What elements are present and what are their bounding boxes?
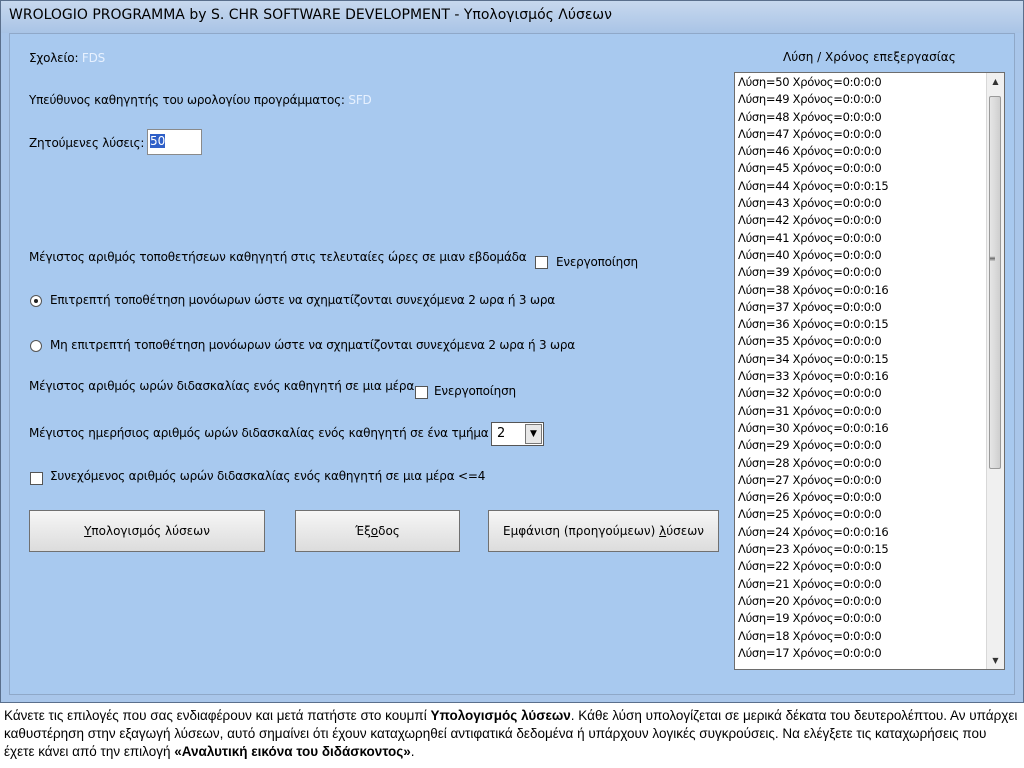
solutions-count-value: 50 (150, 134, 166, 148)
list-item[interactable]: Λύση=17 Χρόνος=0:0:0:0 (738, 645, 986, 662)
list-item[interactable]: Λύση=23 Χρόνος=0:0:0:15 (738, 541, 986, 558)
list-item[interactable]: Λύση=31 Χρόνος=0:0:0:0 (738, 403, 986, 420)
max-daily-section-label: Μέγιστος ημερήσιος αριθμός ωρών διδασκαλ… (29, 426, 489, 440)
list-item[interactable]: Λύση=41 Χρόνος=0:0:0:0 (738, 230, 986, 247)
solutions-listbox[interactable]: Λύση=50 Χρόνος=0:0:0:0 Λύση=49 Χρόνος=0:0… (734, 72, 1005, 670)
app-window: WROLOGIO PROGRAMMA by S. CHR SOFTWARE DE… (0, 0, 1024, 703)
radio-deny-singles[interactable] (30, 340, 42, 352)
school-value: FDS (81, 51, 106, 65)
teacher-value: SFD (348, 93, 372, 107)
radio-deny-label[interactable]: Μη επιτρεπτή τοποθέτηση μονόωρων ώστε να… (50, 338, 575, 352)
scroll-up-icon[interactable]: ▲ (987, 73, 1004, 90)
list-item[interactable]: Λύση=32 Χρόνος=0:0:0:0 (738, 385, 986, 402)
caption-text-3: . (410, 744, 415, 759)
school-label: Σχολείο: (29, 51, 79, 65)
chevron-down-icon[interactable]: ▼ (525, 424, 542, 444)
list-item[interactable]: Λύση=30 Χρόνος=0:0:0:16 (738, 420, 986, 437)
form-panel: Σχολείο: FDS Υπεύθυνος καθηγητής του ωρο… (9, 33, 1015, 695)
list-item[interactable]: Λύση=27 Χρόνος=0:0:0:0 (738, 472, 986, 489)
compute-solutions-label: Υπολογισμός λύσεων (84, 524, 210, 538)
show-previous-solutions-label: Εμφάνιση (προηγούμεων) λύσεων (503, 524, 704, 538)
list-item[interactable]: Λύση=49 Χρόνος=0:0:0:0 (738, 91, 986, 108)
teacher-row: Υπεύθυνος καθηγητής του ωρολογίου προγρά… (29, 93, 372, 107)
list-item[interactable]: Λύση=20 Χρόνος=0:0:0:0 (738, 593, 986, 610)
list-item[interactable]: Λύση=21 Χρόνος=0:0:0:0 (738, 576, 986, 593)
scroll-thumb[interactable] (989, 96, 1001, 469)
list-item[interactable]: Λύση=24 Χρόνος=0:0:0:16 (738, 524, 986, 541)
list-item[interactable]: Λύση=29 Χρόνος=0:0:0:0 (738, 437, 986, 454)
scroll-down-icon[interactable]: ▼ (987, 652, 1004, 669)
radio-allow-singles[interactable] (30, 295, 42, 307)
list-item[interactable]: Λύση=43 Χρόνος=0:0:0:0 (738, 195, 986, 212)
instructions-caption: Κάνετε τις επιλογές που σας ενδιαφέρουν … (4, 707, 1020, 761)
teacher-label: Υπεύθυνος καθηγητής του ωρολογίου προγρά… (29, 93, 345, 107)
list-item[interactable]: Λύση=26 Χρόνος=0:0:0:0 (738, 489, 986, 506)
max-daily-hours-checkbox[interactable] (415, 386, 428, 399)
list-scrollbar[interactable]: ▲ ≡ ▼ (986, 73, 1004, 669)
max-last-hours-check-label[interactable]: Ενεργοποίηση (556, 255, 638, 269)
max-daily-section-value: 2 (497, 426, 506, 441)
caption-bold-compute: Υπολογισμός λύσεων (430, 708, 571, 723)
list-item[interactable]: Λύση=47 Χρόνος=0:0:0:0 (738, 126, 986, 143)
max-last-hours-label: Μέγιστος αριθμός τοποθετήσεων καθηγητή σ… (29, 250, 527, 264)
title-bar[interactable]: WROLOGIO PROGRAMMA by S. CHR SOFTWARE DE… (1, 1, 1023, 33)
list-item[interactable]: Λύση=35 Χρόνος=0:0:0:0 (738, 333, 986, 350)
max-daily-hours-check-label[interactable]: Ενεργοποίηση (434, 384, 516, 398)
solutions-count-label: Ζητούμενες λύσεις: (29, 136, 145, 150)
list-item[interactable]: Λύση=40 Χρόνος=0:0:0:0 (738, 247, 986, 264)
list-item[interactable]: Λύση=50 Χρόνος=0:0:0:0 (738, 74, 986, 91)
school-row: Σχολείο: FDS (29, 51, 105, 65)
consecutive-checkbox[interactable] (30, 472, 43, 485)
list-item[interactable]: Λύση=22 Χρόνος=0:0:0:0 (738, 558, 986, 575)
radio-allow-label[interactable]: Επιτρεπτή τοποθέτηση μονόωρων ώστε να σχ… (50, 293, 555, 307)
compute-solutions-button[interactable]: Υπολογισμός λύσεων (29, 510, 265, 552)
solutions-list-header: Λύση / Χρόνος επεξεργασίας (783, 50, 956, 64)
list-item[interactable]: Λύση=18 Χρόνος=0:0:0:0 (738, 628, 986, 645)
exit-button[interactable]: Έξοδος (295, 510, 460, 552)
exit-label: Έξοδος (355, 524, 400, 538)
list-item[interactable]: Λύση=36 Χρόνος=0:0:0:15 (738, 316, 986, 333)
max-last-hours-checkbox[interactable] (535, 256, 548, 269)
list-item[interactable]: Λύση=25 Χρόνος=0:0:0:0 (738, 506, 986, 523)
list-item[interactable]: Λύση=19 Χρόνος=0:0:0:0 (738, 610, 986, 627)
list-item[interactable]: Λύση=42 Χρόνος=0:0:0:0 (738, 212, 986, 229)
list-item[interactable]: Λύση=39 Χρόνος=0:0:0:0 (738, 264, 986, 281)
caption-text-1: Κάνετε τις επιλογές που σας ενδιαφέρουν … (4, 708, 431, 723)
window-title: WROLOGIO PROGRAMMA by S. CHR SOFTWARE DE… (9, 7, 612, 23)
list-item[interactable]: Λύση=37 Χρόνος=0:0:0:0 (738, 299, 986, 316)
max-daily-hours-label: Μέγιστος αριθμός ωρών διδασκαλίας ενός κ… (29, 379, 415, 393)
solutions-count-input[interactable]: 50 (147, 129, 202, 155)
list-item[interactable]: Λύση=48 Χρόνος=0:0:0:0 (738, 109, 986, 126)
list-item[interactable]: Λύση=33 Χρόνος=0:0:0:16 (738, 368, 986, 385)
max-daily-section-select[interactable]: 2 ▼ (491, 422, 544, 446)
consecutive-label[interactable]: Συνεχόμενος αριθμός ωρών διδασκαλίας ενό… (50, 469, 485, 483)
list-item[interactable]: Λύση=28 Χρόνος=0:0:0:0 (738, 455, 986, 472)
caption-bold-teacher-view: «Αναλυτική εικόνα του διδάσκοντος» (174, 744, 411, 759)
show-previous-solutions-button[interactable]: Εμφάνιση (προηγούμεων) λύσεων (488, 510, 719, 552)
list-item[interactable]: Λύση=44 Χρόνος=0:0:0:15 (738, 178, 986, 195)
list-item[interactable]: Λύση=46 Χρόνος=0:0:0:0 (738, 143, 986, 160)
list-item[interactable]: Λύση=45 Χρόνος=0:0:0:0 (738, 160, 986, 177)
list-item[interactable]: Λύση=38 Χρόνος=0:0:0:16 (738, 282, 986, 299)
grip-icon: ≡ (989, 254, 996, 263)
solutions-list-items: Λύση=50 Χρόνος=0:0:0:0 Λύση=49 Χρόνος=0:0… (738, 74, 986, 662)
list-item[interactable]: Λύση=34 Χρόνος=0:0:0:15 (738, 351, 986, 368)
